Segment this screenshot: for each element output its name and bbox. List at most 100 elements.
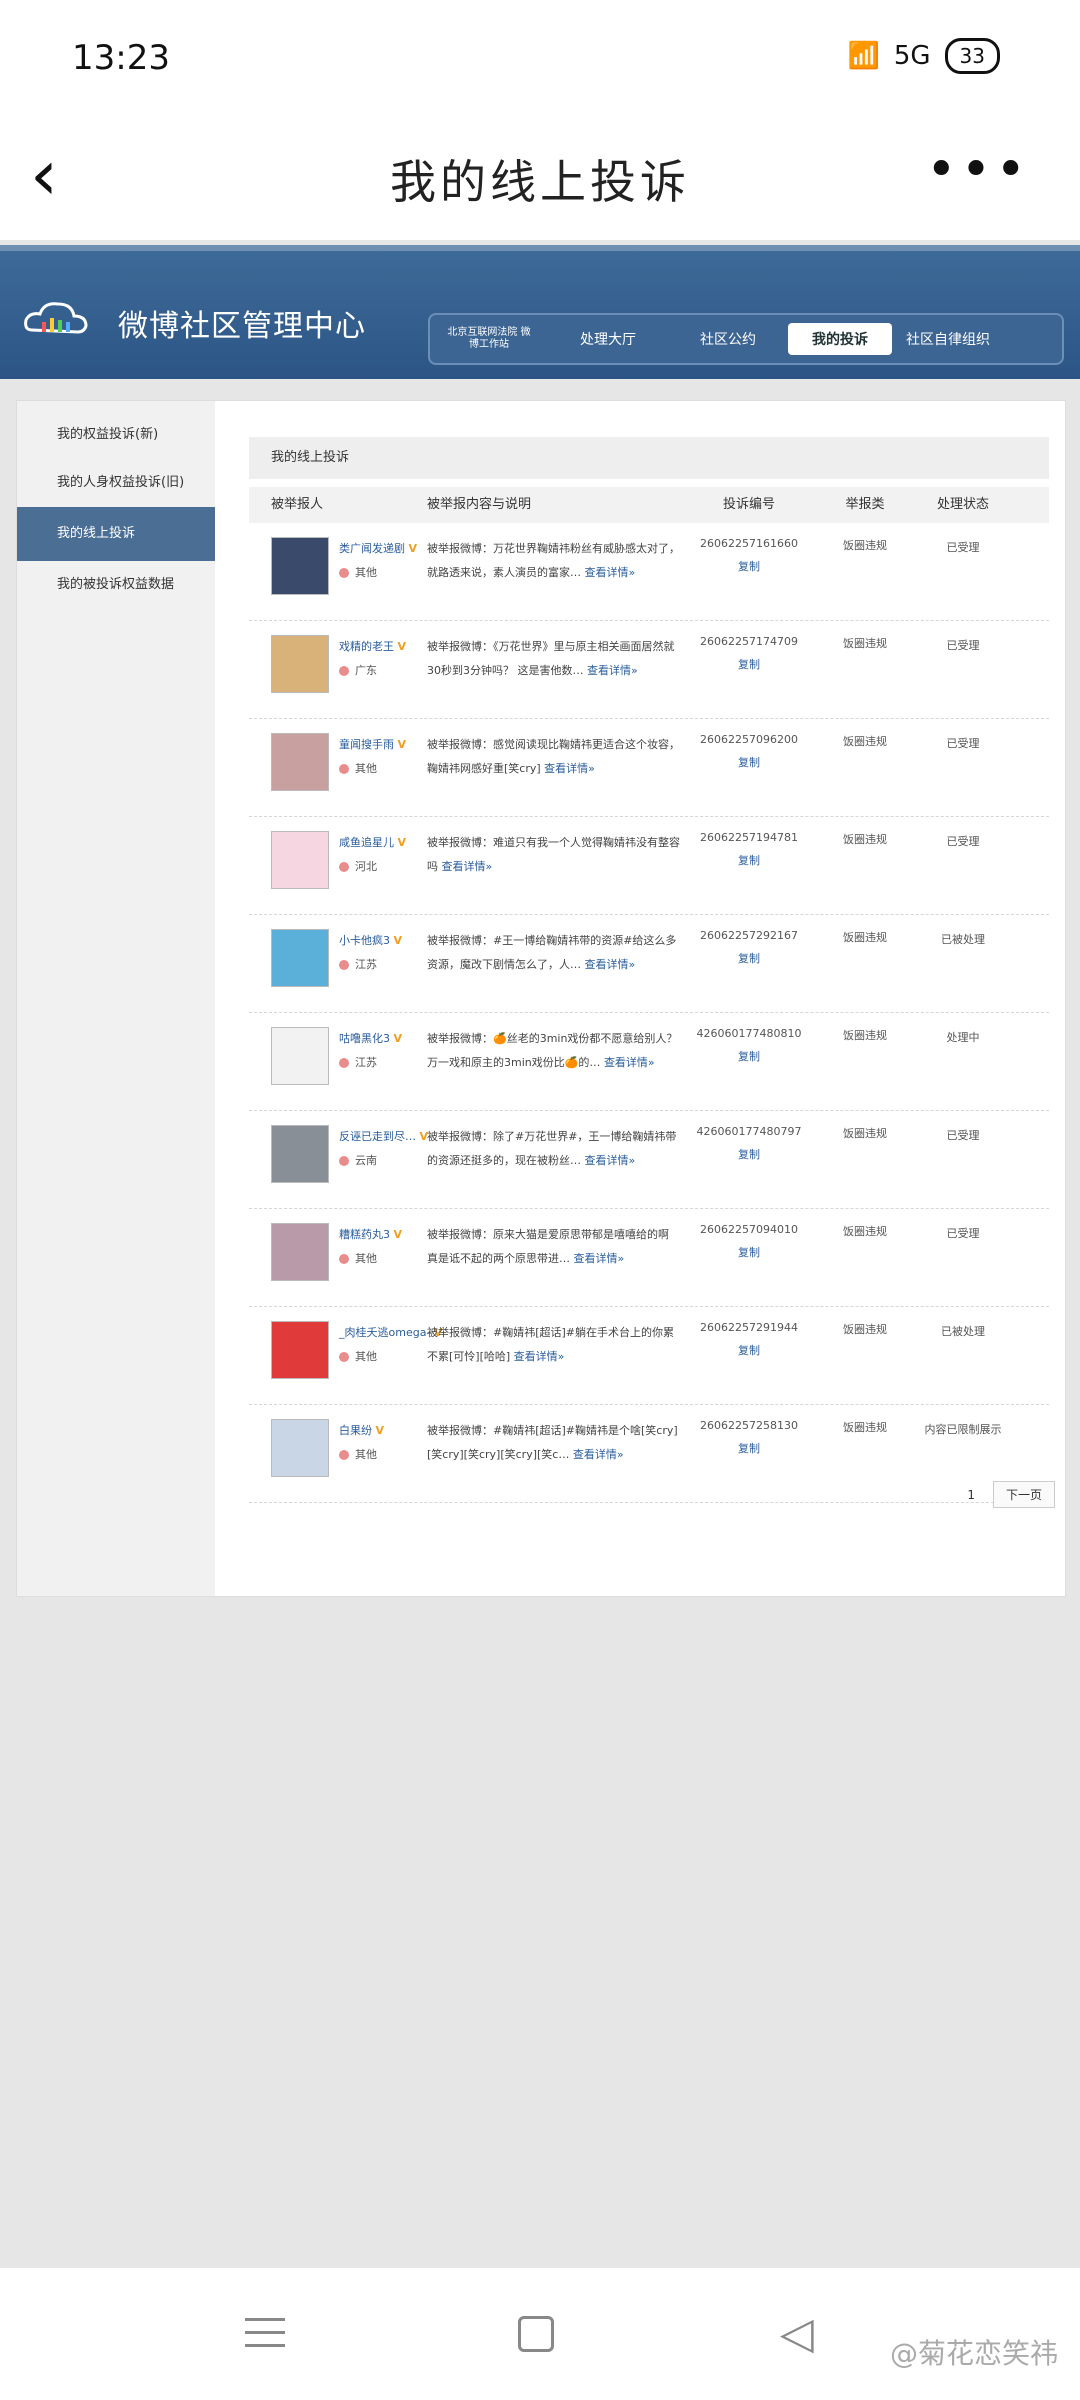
view-details-link[interactable]: 查看详情» [442,860,493,873]
battery-icon: 33 [944,38,1000,74]
reporter-name[interactable]: 反诬已走到尽… V [339,1125,428,1149]
reporter-location: 其他 [339,1443,384,1467]
table-row: 戏精的老王 V 广东 被举报微博：《万花世界》里与原主相关画面居然就30秒到3分钟吗… [249,621,1049,719]
avatar[interactable] [271,1321,329,1379]
more-menu-button[interactable]: ••• [926,140,1030,200]
sidebar-item-online[interactable]: 我的线上投诉 [17,507,215,561]
type-cell: 饭圈违规 [843,1127,887,1140]
home-icon[interactable] [518,2316,554,2352]
view-details-link[interactable]: 查看详情» [604,1056,655,1069]
copy-link[interactable]: 复制 [683,1342,815,1358]
reporter-location: 江苏 [339,1051,402,1075]
user-info: 白果纷 V 其他 [339,1419,384,1502]
status-cell: 已受理 [946,541,980,554]
table-row: 糟糕药丸3 V 其他 被举报微博：原来大猫是爱原思带郁是嘻嘻给的啊 真是诋不起的两个… [249,1209,1049,1307]
status-cell: 已受理 [946,1129,980,1142]
verified-icon: V [375,1424,385,1437]
reporter-location: 云南 [339,1149,428,1173]
copy-link[interactable]: 复制 [683,754,815,770]
table-header: 被举报人 被举报内容与说明 投诉编号 举报类 处理状态 [249,487,1049,523]
cloud-logo-icon [24,302,88,334]
reporter-location: 其他 [339,1247,402,1271]
reporter-cell: 白果纷 V 其他 [249,1405,427,1502]
reporter-name[interactable]: 类广闻发递剧 V [339,537,417,561]
reporter-cell: 戏精的老王 V 广东 [249,621,427,718]
wifi-icon: 📶 [847,41,880,71]
reporter-name[interactable]: 咸鱼追星儿 V [339,831,406,855]
reporter-cell: _肉桂夭逃omega- V 其他 [249,1307,442,1404]
content-cell: 被举报微博：#鞠婧祎[超话]#鞠婧祎是个啥[笑cry][笑cry][笑cry][… [427,1424,678,1461]
recent-apps-icon[interactable] [245,2318,285,2357]
col-id: 投诉编号 [722,497,775,512]
copy-link[interactable]: 复制 [683,852,815,868]
verified-icon: V [393,1228,403,1241]
view-details-link[interactable]: 查看详情» [587,664,638,677]
reporter-cell: 糟糕药丸3 V 其他 [249,1209,427,1306]
sidebar-item-rights-new[interactable]: 我的权益投诉(新) [17,411,215,459]
avatar[interactable] [271,537,329,595]
copy-link[interactable]: 复制 [683,558,815,574]
avatar[interactable] [271,1419,329,1477]
view-details-link[interactable]: 查看详情» [574,1252,625,1265]
copy-link[interactable]: 复制 [683,950,815,966]
header-menu: 北京互联网法院 微博工作站 处理大厅 社区公约 我的投诉 社区自律组织 [428,313,1064,365]
user-icon [339,1058,349,1068]
reporter-name[interactable]: 糟糕药丸3 V [339,1223,402,1247]
reporter-location: 其他 [339,561,417,585]
verified-icon: V [393,1032,403,1045]
table-row: 童闻搜手雨 V 其他 被举报微博：感觉阅读现比鞠婧祎更适合这个妆容，鞠婧祎网感好重[… [249,719,1049,817]
copy-link[interactable]: 复制 [683,1244,815,1260]
view-details-link[interactable]: 查看详情» [514,1350,565,1363]
copy-link[interactable]: 复制 [683,1048,815,1064]
reporter-name[interactable]: 咕噜黑化3 V [339,1027,402,1051]
id-cell: 26062257174709 复制 [683,621,815,718]
page-number[interactable]: 1 [967,1488,975,1502]
content-cell: 被举报微博：🍊丝老的3min戏份都不愿意给别人？ 万一戏和原主的3min戏份比🍊… [427,1032,678,1069]
col-reporter: 被举报人 [271,497,324,512]
copy-link[interactable]: 复制 [683,1146,815,1162]
avatar[interactable] [271,1223,329,1281]
avatar[interactable] [271,733,329,791]
next-page-button[interactable]: 下一页 [992,1481,1055,1508]
avatar[interactable] [271,831,329,889]
menu-hall[interactable]: 处理大厅 [548,329,668,349]
site-header: 微博社区管理中心 北京互联网法院 微博工作站 处理大厅 社区公约 我的投诉 社区… [0,245,1080,379]
view-details-link[interactable]: 查看详情» [573,1448,624,1461]
menu-my-complaints[interactable]: 我的投诉 [788,323,892,355]
avatar[interactable] [271,635,329,693]
user-info: 咸鱼追星儿 V 河北 [339,831,406,914]
user-icon [339,764,349,774]
back-triangle-icon[interactable]: ◁ [780,2308,814,2359]
reporter-cell: 童闻搜手雨 V 其他 [249,719,427,816]
avatar[interactable] [271,1027,329,1085]
avatar[interactable] [271,929,329,987]
user-icon [339,1450,349,1460]
pagination: 1 下一页 [967,1481,1055,1508]
reporter-name[interactable]: 童闻搜手雨 V [339,733,406,757]
verified-icon: V [397,738,407,751]
reporter-name[interactable]: 小卡他疯3 V [339,929,402,953]
reporter-location: 江苏 [339,953,402,977]
copy-link[interactable]: 复制 [683,656,815,672]
status-cell: 已受理 [946,737,980,750]
avatar[interactable] [271,1125,329,1183]
menu-court[interactable]: 北京互联网法院 微博工作站 [430,327,548,351]
reporter-location: 其他 [339,757,406,781]
network-label: 5G [893,41,931,71]
copy-link[interactable]: 复制 [683,1440,815,1456]
reporter-name[interactable]: 戏精的老王 V [339,635,406,659]
menu-selfreg[interactable]: 社区自律组织 [892,329,1004,349]
view-details-link[interactable]: 查看详情» [585,1154,636,1167]
view-details-link[interactable]: 查看详情» [544,762,595,775]
view-details-link[interactable]: 查看详情» [585,958,636,971]
view-details-link[interactable]: 查看详情» [585,566,636,579]
sidebar-item-data[interactable]: 我的被投诉权益数据 [17,561,215,609]
reporter-cell: 反诬已走到尽… V 云南 [249,1111,428,1208]
reporter-cell: 咕噜黑化3 V 江苏 [249,1013,427,1110]
reporter-name[interactable]: 白果纷 V [339,1419,384,1443]
menu-rules[interactable]: 社区公约 [668,329,788,349]
id-cell: 26062257096200 复制 [683,719,815,816]
content-card: 我的权益投诉(新) 我的人身权益投诉(旧) 我的线上投诉 我的被投诉权益数据 我… [16,400,1066,1597]
sidebar-item-personal-old[interactable]: 我的人身权益投诉(旧) [17,459,215,507]
type-cell: 饭圈违规 [843,931,887,944]
